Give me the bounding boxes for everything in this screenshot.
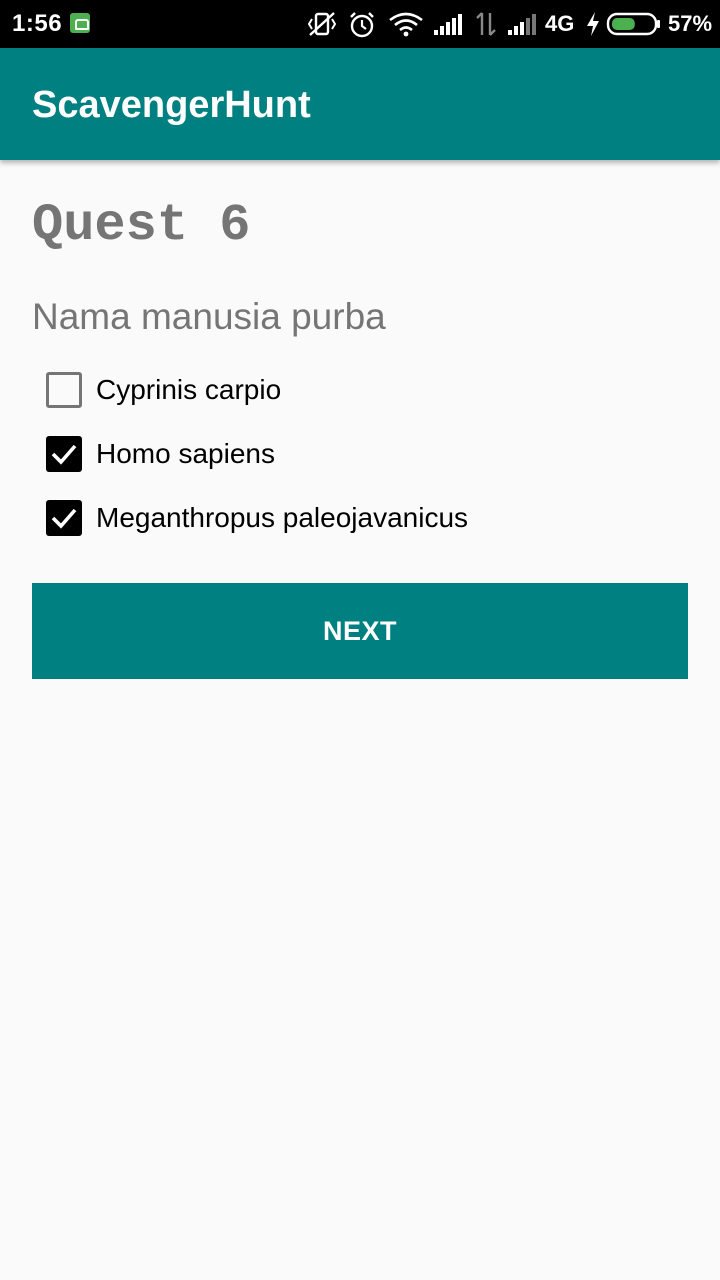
app-title: ScavengerHunt — [32, 84, 311, 126]
data-transfer-icon — [476, 12, 496, 36]
option-label: Cyprinis carpio — [96, 374, 282, 405]
android-notification-icon — [70, 13, 90, 33]
app-bar: ScavengerHunt — [0, 48, 720, 160]
option-label: Homo sapiens — [96, 438, 275, 469]
status-bar: 1:56 4G 57% — [0, 0, 720, 48]
option-checkbox[interactable]: Homo sapiens — [46, 434, 686, 478]
quest-question: Nama manusia purba — [32, 296, 386, 337]
checkmark-icon — [51, 444, 77, 465]
next-button[interactable]: NEXT — [32, 583, 688, 679]
alarm-icon — [350, 12, 374, 38]
vibrate-icon — [307, 12, 337, 36]
wifi-icon — [389, 12, 423, 37]
quest-title: Quest 6 — [32, 196, 251, 255]
signal-icon-secondary — [508, 14, 536, 35]
option-checkbox[interactable]: Cyprinis carpio — [46, 370, 686, 414]
option-label: Meganthropus paleojavanicus — [96, 502, 469, 533]
battery-icon — [606, 12, 660, 36]
status-time: 1:56 — [12, 10, 63, 37]
charging-icon — [587, 12, 599, 36]
checkbox-checked-icon[interactable] — [46, 500, 82, 536]
option-checkbox[interactable]: Meganthropus paleojavanicus — [46, 498, 686, 542]
checkmark-icon — [51, 508, 77, 529]
checkbox-checked-icon[interactable] — [46, 436, 82, 472]
battery-percent: 57% — [668, 11, 713, 36]
signal-icon — [434, 14, 462, 35]
checkbox-unchecked-icon[interactable] — [46, 372, 82, 408]
network-type: 4G — [545, 11, 575, 36]
